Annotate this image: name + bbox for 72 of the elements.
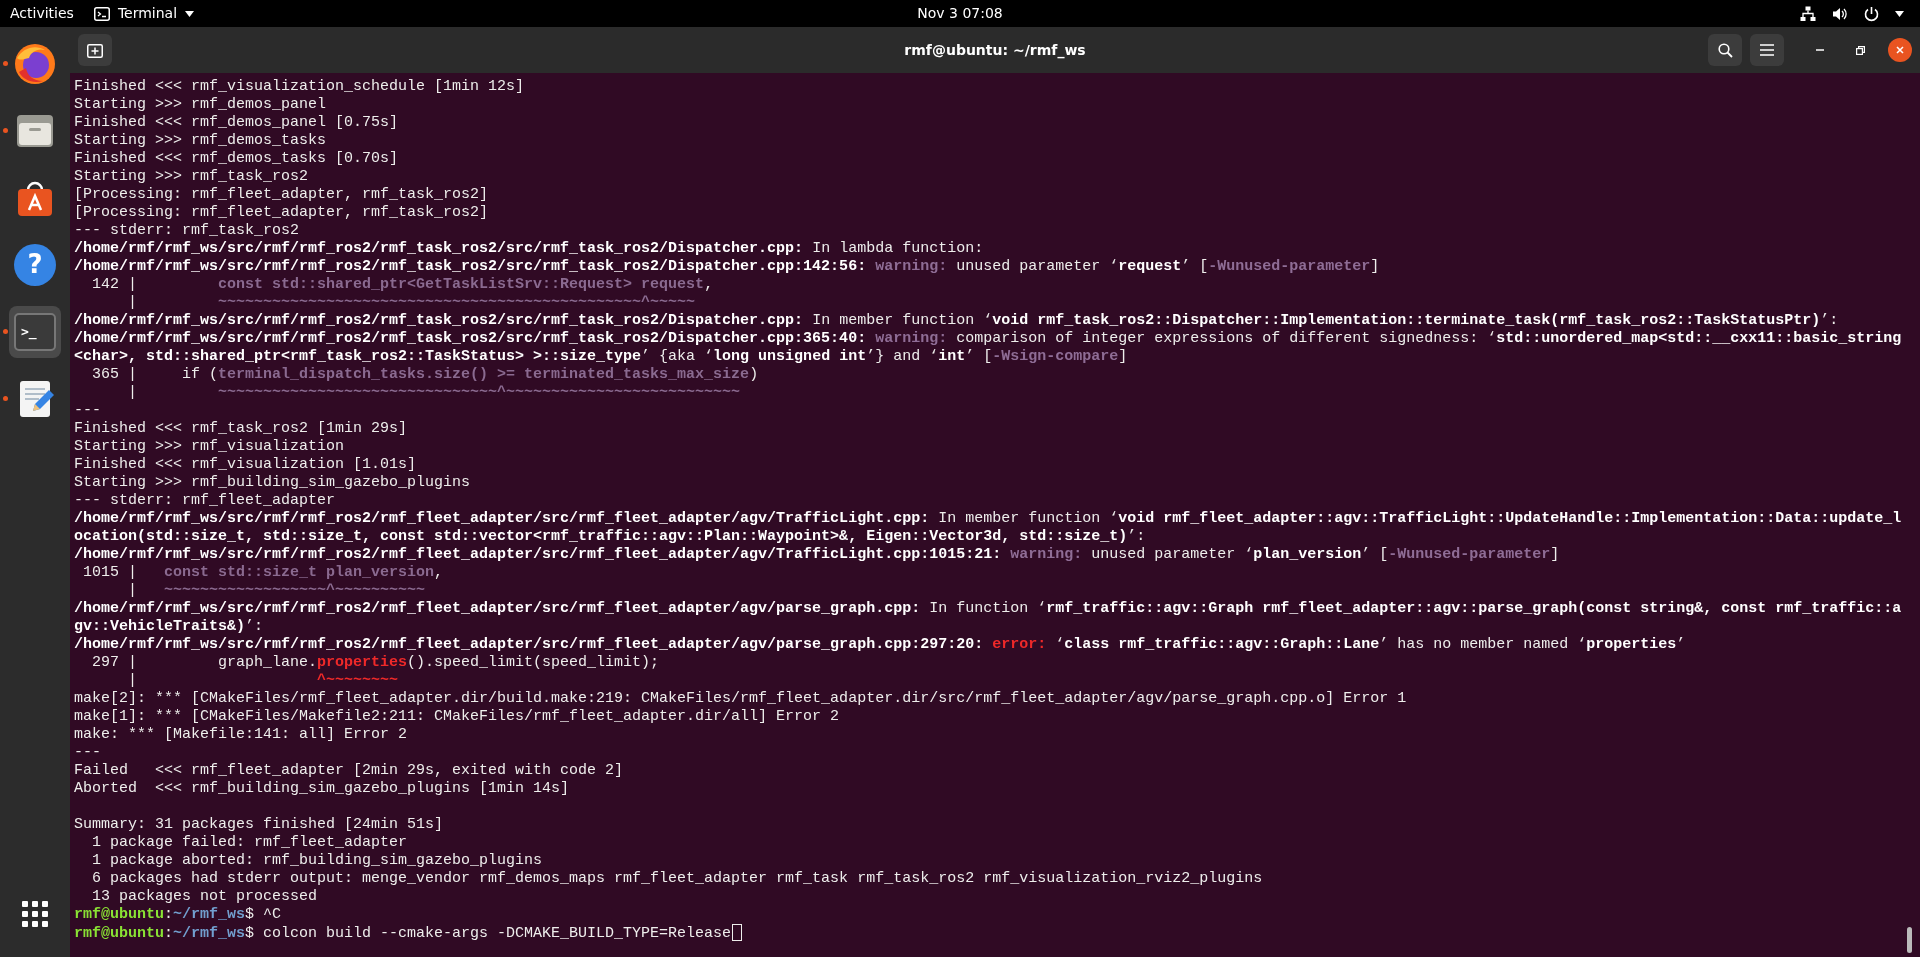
- terminal-line: Finished <<< rmf_demos_panel [0.75s]: [74, 114, 399, 132]
- restore-icon: [1855, 45, 1865, 55]
- terminal-line: <char>, std::shared_ptr<rmf_task_ros2::TaskStatus> >::size_type’ {aka ‘long unsigned int’} and ‘int’ [-Wsign-compare]: [74, 348, 1128, 366]
- terminal-line: make[2]: *** [CMakeFiles/rmf_fleet_adapter.dir/build.make:219: CMakeFiles/rmf_fleet_adapter.dir/src/rmf_fleet_adapter/agv/parse_graph.cpp.o] Error 1: [74, 690, 1407, 708]
- terminal-line: Starting >>> rmf_building_sim_gazebo_plugins: [74, 474, 471, 492]
- terminal-line: 6 packages had stderr output: menge_vendor rmf_demos_maps rmf_fleet_adapter rmf_task rmf_task_ros2 rmf_visualization_rviz2_plugins: [91, 870, 1263, 888]
- terminal-line: Failed <<< rmf_fleet_adapter [2min 29s, exited with code 2]: [74, 762, 624, 780]
- terminal-line: Starting >>> rmf_demos_panel: [74, 96, 327, 114]
- terminal-line: 142 | const std::shared_ptr<GetTaskListSrv::Request> request,: [91, 276, 714, 294]
- caret-icon[interactable]: [1895, 10, 1904, 17]
- speaker-icon[interactable]: [1832, 5, 1848, 22]
- close-icon: [1896, 46, 1904, 54]
- search-icon: [1717, 42, 1733, 58]
- terminal-line: Summary: 31 packages finished [24min 51s]: [74, 816, 444, 834]
- terminal-line: Starting >>> rmf_task_ros2: [74, 168, 309, 186]
- scrollbar-thumb[interactable]: [1907, 927, 1912, 953]
- terminal-line: Finished <<< rmf_visualization [1.01s]: [74, 456, 417, 474]
- terminal-line: Aborted <<< rmf_building_sim_gazebo_plugins [1min 14s]: [74, 780, 570, 798]
- terminal-icon: >_: [14, 312, 56, 351]
- terminal-line: 365 | if (terminal_dispatch_tasks.size() >= terminated_tasks_max_size): [91, 366, 759, 384]
- terminal-line: Starting >>> rmf_demos_tasks: [74, 132, 327, 150]
- terminal-line: gv::VehicleTraits&)’:: [74, 618, 264, 636]
- terminal-line: make: *** [Makefile:141: all] Error 2: [74, 726, 408, 744]
- terminal-line: | ~~~~~~~~~~~~~~~~~~~~~~~~~~~~~~~^~~~~~~~~~~~~~~~~~~~~~~~~~~: [127, 384, 741, 402]
- command-line: rmf@ubuntu:~/rmf_ws$ colcon build --cmake-args -DCMAKE_BUILD_TYPE=Release: [74, 925, 732, 942]
- terminal-line: ---: [74, 402, 101, 420]
- minimize-icon: [1816, 49, 1824, 51]
- terminal-line: /home/rmf/rmf_ws/src/rmf/rmf_ros2/rmf_task_ros2/src/rmf_task_ros2/Dispatcher.cpp:365:40: warning: comparison of integer expressions of different signedness: ‘std::unordered_map<std::__cxx11::basic_string: [74, 330, 1902, 348]
- app-grid-icon: [20, 898, 50, 929]
- terminal-line: Finished <<< rmf_demos_tasks [0.70s]: [74, 150, 399, 168]
- terminal-line: /home/rmf/rmf_ws/src/rmf/rmf_ros2/rmf_task_ros2/src/rmf_task_ros2/Dispatcher.cpp: In member function ‘void rmf_task_ros2::Dispatcher::Implementation::terminate_task(rmf_task_ros2::TaskStatusPtr)’:: [74, 312, 1839, 330]
- app-menu[interactable]: Terminal: [83, 3, 205, 24]
- terminal-line: /home/rmf/rmf_ws/src/rmf/rmf_ros2/rmf_fleet_adapter/src/rmf_fleet_adapter/agv/parse_graph.cpp:297:20: error: ‘class rmf_traffic::agv::Graph::Lane’ has no member named ‘properties’: [74, 636, 1686, 654]
- terminal-line: --- stderr: rmf_task_ros2: [74, 222, 300, 240]
- caret-icon: [185, 10, 195, 17]
- terminal-line: Finished <<< rmf_visualization_schedule [1min 12s]: [74, 78, 525, 96]
- terminal-line: /home/rmf/rmf_ws/src/rmf/rmf_ros2/rmf_fleet_adapter/src/rmf_fleet_adapter/agv/TrafficLight.cpp:1015:21: warning: unused parameter ‘plan_version’ [-Wunused-parameter]: [74, 546, 1560, 564]
- terminal-line: [Processing: rmf_fleet_adapter, rmf_task_ros2]: [74, 186, 489, 204]
- close-button[interactable]: [1888, 38, 1912, 62]
- terminal-line: 1 package aborted: rmf_building_sim_gazebo_plugins: [91, 852, 543, 870]
- terminal-line: | ~~~~~~~~~~~~~~~~~~^~~~~~~~~~~: [127, 582, 426, 600]
- terminal-line: Starting >>> rmf_visualization: [74, 438, 345, 456]
- terminal-line: | ~~~~~~~~~~~~~~~~~~~~~~~~~~~~~~~~~~~~~~~~~~~~~~~^~~~~~: [127, 294, 696, 312]
- menu-icon: [1760, 44, 1774, 56]
- terminal-line: ocation(std::size_t, std::size_t, const std::vector<rmf_traffic::agv::Plan::Waypoint>&, Eigen::Vector3d, std::size_t)’:: [74, 528, 1146, 546]
- terminal-line: 1 package failed: rmf_fleet_adapter: [91, 834, 408, 852]
- new-tab-icon: [87, 42, 103, 58]
- terminal-line: Finished <<< rmf_task_ros2 [1min 29s]: [74, 420, 408, 438]
- terminal-line: rmf@ubuntu:~/rmf_ws$ ^C: [74, 906, 282, 924]
- terminal-line: [Processing: rmf_fleet_adapter, rmf_task_ros2]: [74, 204, 489, 222]
- network-icon[interactable]: [1800, 5, 1816, 22]
- power-icon[interactable]: [1864, 5, 1879, 22]
- terminal-line: 297 | graph_lane.properties().speed_limit(speed_limit);: [91, 654, 660, 672]
- browser-icon: [13, 41, 57, 86]
- window-title: rmf@ubuntu: ~/rmf_ws: [904, 40, 1086, 61]
- new-tab-button[interactable]: [78, 34, 112, 66]
- menu-button[interactable]: [1750, 34, 1784, 66]
- terminal-line: /home/rmf/rmf_ws/src/rmf/rmf_ros2/rmf_task_ros2/src/rmf_task_ros2/Dispatcher.cpp: In lambda function:: [74, 240, 984, 258]
- terminal-icon: [93, 6, 110, 21]
- terminal-line: --- stderr: rmf_fleet_adapter: [74, 492, 336, 510]
- terminal-line: | ^~~~~~~~~: [127, 672, 399, 690]
- terminal-line: 1015 | const std::size_t plan_version,: [82, 564, 444, 582]
- terminal-line: /home/rmf/rmf_ws/src/rmf/rmf_ros2/rmf_fleet_adapter/src/rmf_fleet_adapter/agv/TrafficLight.cpp: In member function ‘void rmf_fleet_adapter::agv::TrafficLight::UpdateHandle::Implementation::Data::update_l: [74, 510, 1902, 528]
- terminal-line: 13 packages not processed: [91, 888, 318, 906]
- dock-item[interactable]: >_: [9, 305, 61, 358]
- terminal-line: /home/rmf/rmf_ws/src/rmf/rmf_ros2/rmf_fleet_adapter/src/rmf_fleet_adapter/agv/parse_graph.cpp: In function ‘rmf_traffic::agv::Graph rmf_fleet_adapter::agv::parse_graph(const string&, const rmf_traffic::a: [74, 600, 1902, 618]
- clock[interactable]: Nov 3 07:08: [907, 3, 1013, 24]
- terminal-line: ---: [74, 744, 101, 762]
- terminal-line: /home/rmf/rmf_ws/src/rmf/rmf_ros2/rmf_task_ros2/src/rmf_task_ros2/Dispatcher.cpp:142:56: warning: unused parameter ‘request’ [-Wunused-parameter]: [74, 258, 1380, 276]
- terminal-line: make[1]: *** [CMakeFiles/Makefile2:211: CMakeFiles/rmf_fleet_adapter.dir/all] Error 2: [74, 708, 840, 726]
- search-button[interactable]: [1708, 34, 1742, 66]
- activities-button[interactable]: Activities: [0, 3, 84, 24]
